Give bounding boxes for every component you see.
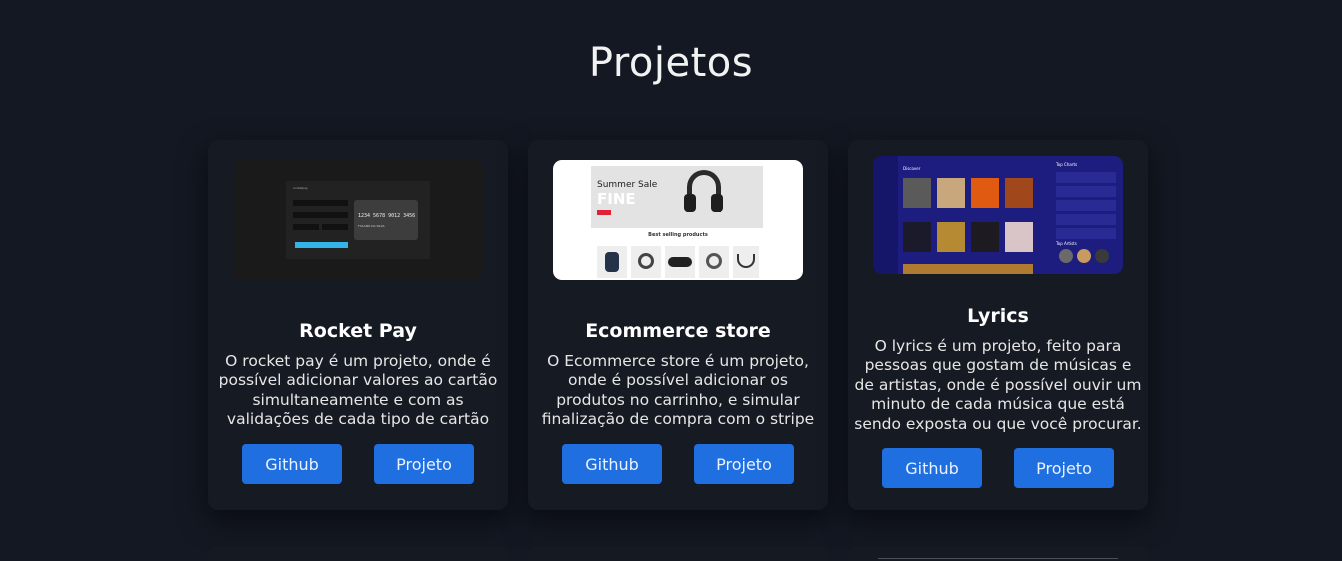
page-title: Projetos — [588, 40, 754, 86]
project-description: O lyrics é um projeto, feito para pessoa… — [854, 337, 1142, 433]
project-button[interactable]: Projeto — [694, 444, 794, 484]
project-card-ecommerce-store: Summer Sale FINE Best selling products E… — [528, 140, 828, 510]
project-title: Lyrics — [967, 305, 1029, 327]
github-button[interactable]: Github — [882, 448, 982, 488]
project-title: Ecommerce store — [585, 320, 771, 342]
project-card-next-row — [528, 545, 828, 561]
project-title: Rocket Pay — [299, 320, 417, 342]
github-button[interactable]: Github — [242, 444, 342, 484]
project-preview-image: Summer Sale FINE Best selling products — [553, 160, 803, 280]
project-card-rocket-pay: rocketpay 1234 5678 9012 3456 FULANO DA … — [208, 140, 508, 510]
project-description: O rocket pay é um projeto, onde é possív… — [218, 352, 498, 429]
project-preview-image: rocketpay 1234 5678 9012 3456 FULANO DA … — [233, 160, 483, 280]
project-description: O Ecommerce store é um projeto, onde é p… — [541, 352, 815, 429]
project-button[interactable]: Projeto — [374, 444, 474, 484]
project-preview-image: Discover Top Charts Top Artists — [873, 156, 1123, 274]
project-button[interactable]: Projeto — [1014, 448, 1114, 488]
github-button[interactable]: Github — [562, 444, 662, 484]
project-card-lyrics: Discover Top Charts Top Artists Lyrics O… — [848, 140, 1148, 510]
project-card-next-row — [208, 545, 508, 561]
project-card-next-row — [848, 545, 1148, 561]
